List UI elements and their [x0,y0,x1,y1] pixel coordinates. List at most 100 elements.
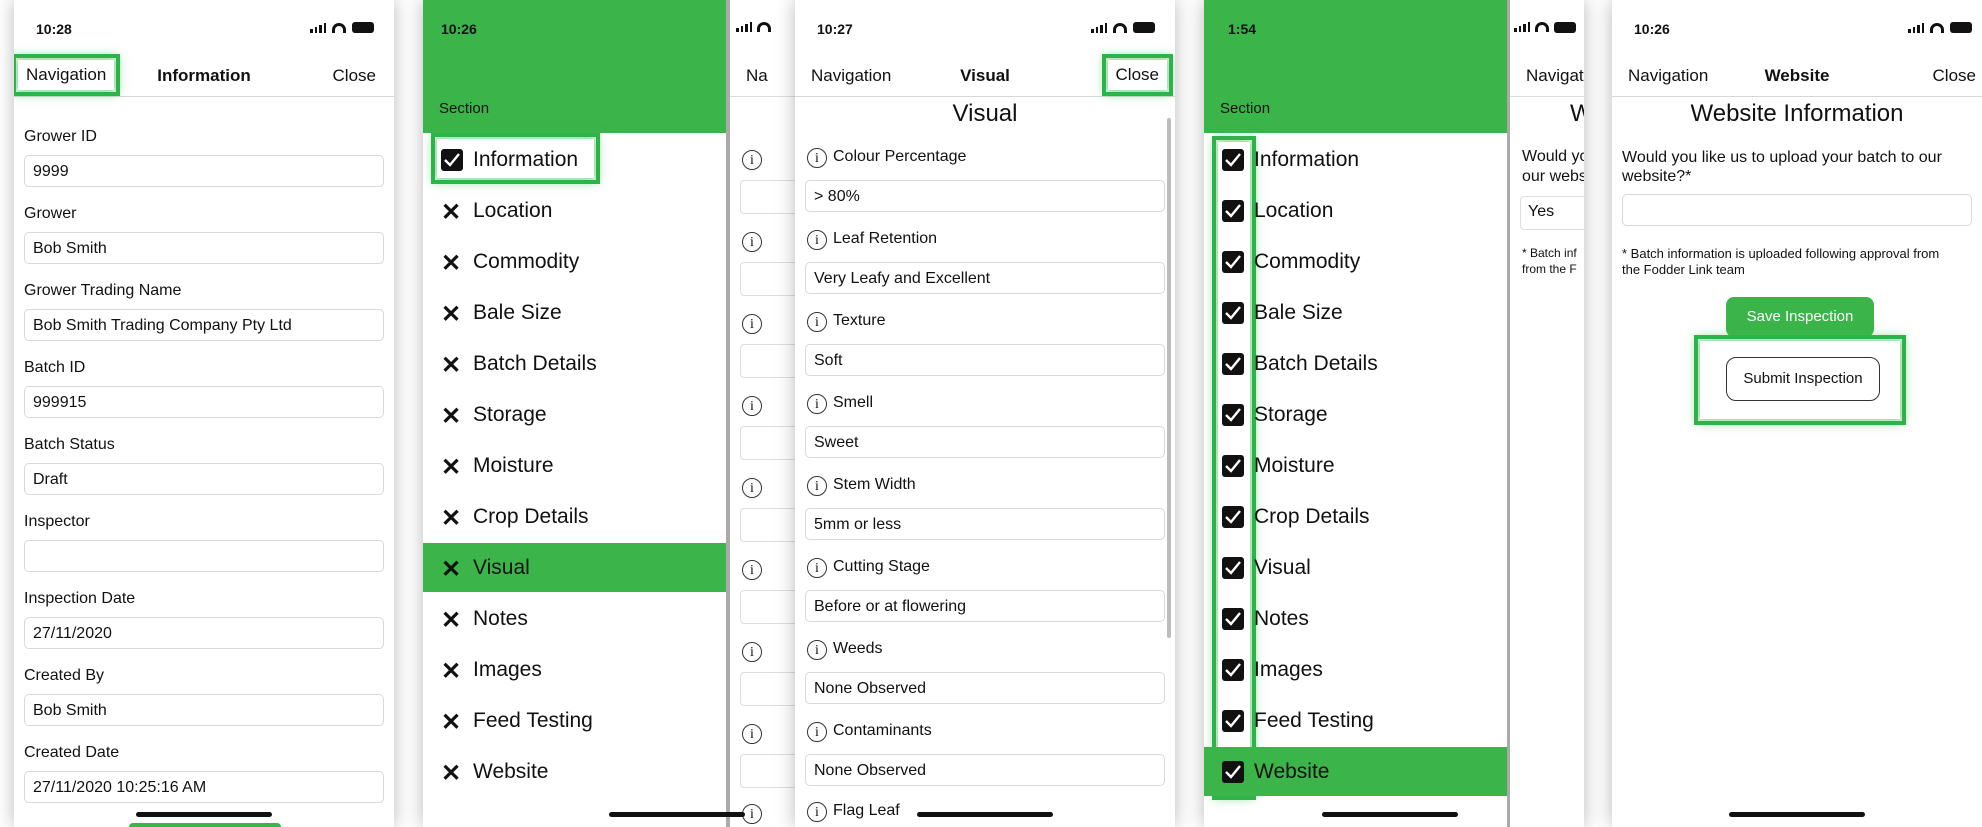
field-input[interactable]: Bob Smith [24,694,384,726]
section-item-notes[interactable]: ✕ Notes [423,594,726,643]
info-icon[interactable]: i [807,558,827,578]
select-field[interactable]: Soft [805,344,1165,376]
section-item-commodity[interactable]: ✕ Commodity [423,237,726,286]
select-field[interactable]: 5mm or less [805,508,1165,540]
section-item-batch-details[interactable]: ✕ Batch Details [423,339,726,388]
section-item-location[interactable]: Location [1204,186,1507,235]
info-icon[interactable]: i [807,722,827,742]
section-item-visual[interactable]: Visual [1204,543,1507,592]
field-input[interactable]: 999915 [24,386,384,418]
field-label: Leaf Retention [833,230,938,247]
section-item-label: Crop Details [473,504,589,528]
info-icon[interactable]: i [807,312,827,332]
x-mark-icon: ✕ [441,658,462,685]
section-item-label: Notes [1254,606,1309,630]
section-item-information[interactable]: Information [1204,135,1507,184]
peek-field [740,754,803,788]
select-field[interactable]: None Observed [805,672,1165,704]
close-button[interactable]: Close [333,66,376,86]
x-mark-icon: ✕ [441,454,462,481]
info-icon[interactable]: i [807,640,827,660]
peek-field [740,426,803,460]
field-input[interactable]: 27/11/2020 [24,617,384,649]
info-icon[interactable]: i [742,396,762,416]
status-time: 10:27 [817,21,853,37]
screen-visual: 10:27 Navigation Visual Close Visual i C… [795,0,1175,827]
upload-answer-field[interactable] [1622,194,1972,226]
field-input[interactable] [24,540,384,572]
section-item-images[interactable]: Images [1204,645,1507,694]
status-time: 10:26 [441,21,477,37]
field-label: Stem Width [833,476,916,493]
field-input[interactable]: 9999 [24,155,384,187]
status-bar: 10:26 [423,0,726,56]
save-inspection-button[interactable]: Save Inspection [1726,297,1874,337]
section-item-bale-size[interactable]: ✕ Bale Size [423,288,726,337]
section-heading: Visual [952,100,1018,127]
section-item-notes[interactable]: Notes [1204,594,1507,643]
section-item-moisture[interactable]: ✕ Moisture [423,441,726,490]
select-field[interactable]: None Observed [805,754,1165,786]
section-item-batch-details[interactable]: Batch Details [1204,339,1507,388]
section-item-crop-details[interactable]: ✕ Crop Details [423,492,726,541]
section-item-label: Commodity [1254,249,1361,273]
section-item-feed-testing[interactable]: Feed Testing [1204,696,1507,745]
info-icon[interactable]: i [742,478,762,498]
peek-field [740,180,803,214]
info-icon[interactable]: i [807,394,827,414]
partial-green-button[interactable] [129,823,281,827]
info-icon[interactable]: i [807,476,827,496]
section-item-website[interactable]: Website [1204,747,1507,796]
peek-nav-label: Na [746,66,768,85]
section-item-information[interactable]: Information [423,133,726,184]
info-icon[interactable]: i [807,802,827,822]
field-input[interactable]: Bob Smith [24,232,384,264]
field-input[interactable]: 27/11/2020 10:25:16 AM [24,771,384,803]
status-icons [1091,22,1155,33]
field-label: Inspection Date [24,590,136,607]
field-input[interactable]: Draft [24,463,384,495]
wifi-icon [1113,22,1127,33]
info-icon[interactable]: i [742,150,762,170]
section-item-crop-details[interactable]: Crop Details [1204,492,1507,541]
close-button[interactable]: Close [1101,54,1174,96]
section-item-commodity[interactable]: Commodity [1204,237,1507,286]
section-item-moisture[interactable]: Moisture [1204,441,1507,490]
section-item-location[interactable]: ✕ Location [423,186,726,235]
section-item-images[interactable]: ✕ Images [423,645,726,694]
section-item-feed-testing[interactable]: ✕ Feed Testing [423,696,726,745]
info-icon[interactable]: i [807,148,827,168]
select-field[interactable]: > 80% [805,180,1165,212]
info-icon[interactable]: i [742,232,762,252]
scrollbar[interactable] [1167,118,1171,638]
navigation-button[interactable]: Navigation [14,54,121,96]
close-button[interactable]: Close [1933,66,1976,86]
section-item-storage[interactable]: ✕ Storage [423,390,726,439]
section-item-storage[interactable]: Storage [1204,390,1507,439]
select-field[interactable]: Very Leafy and Excellent [805,262,1165,294]
navigation-button[interactable]: Navigation [811,66,891,86]
select-field[interactable]: Before or at flowering [805,590,1165,622]
checkbox-checked-icon [1222,659,1244,681]
navigation-button[interactable]: Navigation [1628,66,1708,86]
select-field[interactable]: Sweet [805,426,1165,458]
info-icon[interactable]: i [742,804,762,824]
info-icon[interactable]: i [742,560,762,580]
info-icon[interactable]: i [742,314,762,334]
info-icon[interactable]: i [742,724,762,744]
signal-icon [310,22,326,33]
field-input[interactable]: Bob Smith Trading Company Pty Ltd [24,309,384,341]
home-indicator [136,812,272,817]
checkbox-checked-icon [1222,302,1244,324]
field-label: Texture [833,312,886,329]
x-mark-icon: ✕ [441,505,462,532]
section-item-label: Storage [1254,402,1328,426]
section-item-website[interactable]: ✕ Website [423,747,726,796]
section-item-visual[interactable]: ✕ Visual [423,543,726,592]
info-icon[interactable]: i [807,230,827,250]
section-item-label: Feed Testing [1254,708,1374,732]
section-item-bale-size[interactable]: Bale Size [1204,288,1507,337]
submit-inspection-button[interactable]: Submit Inspection [1726,357,1880,401]
section-item-label: Batch Details [1254,351,1378,375]
info-icon[interactable]: i [742,642,762,662]
